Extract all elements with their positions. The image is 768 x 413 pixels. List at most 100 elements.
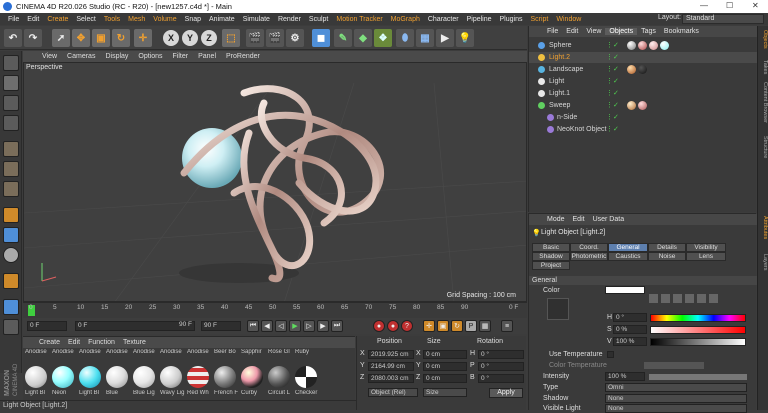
menu-script[interactable]: Script: [526, 16, 552, 23]
undo-icon[interactable]: ↶: [4, 29, 22, 47]
subdivision-icon[interactable]: ◆: [354, 29, 372, 47]
edges-mode-icon[interactable]: [3, 161, 19, 177]
object-name[interactable]: Light.1: [549, 88, 570, 99]
material-ball[interactable]: [187, 366, 209, 388]
material-ball[interactable]: [268, 366, 290, 388]
hue-slider[interactable]: [650, 314, 746, 322]
object-menu-view[interactable]: View: [582, 28, 605, 35]
render-settings-icon[interactable]: ⚙: [286, 29, 304, 47]
side-tab-structure[interactable]: Structure: [759, 136, 768, 158]
apply-button[interactable]: Apply: [489, 388, 523, 398]
intensity-field[interactable]: 100 %: [605, 372, 645, 381]
prev-key-icon[interactable]: ◀: [261, 320, 273, 332]
spectrum-mode-icon[interactable]: [661, 294, 670, 303]
menu-animate[interactable]: Animate: [205, 16, 239, 23]
menu-simulate[interactable]: Simulate: [239, 16, 274, 23]
color-temperature-slider[interactable]: [644, 362, 704, 369]
tab-photometric[interactable]: Photometric: [570, 252, 608, 261]
side-tab-attributes[interactable]: Attributes: [759, 216, 768, 239]
redo-icon[interactable]: ↷: [24, 29, 42, 47]
object-menu-bookmarks[interactable]: Bookmarks: [660, 28, 703, 35]
material-name[interactable]: Red Wh: [187, 390, 212, 396]
side-tab-layers[interactable]: Layers: [759, 254, 768, 271]
object-name[interactable]: Light.2: [549, 52, 570, 63]
coordinate-mode-select[interactable]: Object (Rel): [368, 388, 418, 397]
maximize-button[interactable]: ☐: [726, 1, 733, 10]
viewport-menu-prorender[interactable]: ProRender: [221, 53, 265, 60]
position-z-field[interactable]: 2080.003 cm: [368, 374, 414, 383]
rotate-tool-icon[interactable]: ↻: [112, 29, 130, 47]
material-menu-function[interactable]: Function: [84, 339, 119, 346]
object-row-light1[interactable]: Light.1 ⋮✓: [529, 88, 757, 99]
material-name[interactable]: Ruby: [295, 349, 320, 355]
object-menu-edit[interactable]: Edit: [562, 28, 582, 35]
visibility-check-icon[interactable]: ⋮✓: [606, 102, 622, 109]
object-name[interactable]: Sweep: [549, 100, 570, 111]
material-name[interactable]: Blue: [106, 390, 131, 396]
lock-workplane-icon[interactable]: [3, 273, 19, 289]
material-name[interactable]: Beer Bo: [214, 349, 239, 355]
object-name[interactable]: Light: [549, 76, 564, 87]
menu-select[interactable]: Select: [72, 16, 99, 23]
visibility-check-icon[interactable]: ⋮✓: [606, 54, 622, 61]
material-name[interactable]: Anodise: [106, 349, 131, 355]
perspective-viewport[interactable]: Perspective Grid Spacing: 100 cm: [23, 62, 527, 302]
material-menu-create[interactable]: Create: [35, 339, 64, 346]
material-ball[interactable]: [106, 366, 128, 388]
visibility-check-icon[interactable]: ⋮✓: [606, 66, 622, 73]
material-ball[interactable]: [79, 366, 101, 388]
max-frame-field[interactable]: 90 F: [201, 321, 241, 331]
material-name[interactable]: Light Bl: [25, 390, 50, 396]
kelvin-mode-icon[interactable]: [709, 294, 718, 303]
material-name[interactable]: Blue Lig: [133, 390, 158, 396]
material-name[interactable]: Anodise: [160, 349, 185, 355]
close-button[interactable]: ✕: [752, 1, 759, 10]
material-name[interactable]: Rose Gl: [268, 349, 293, 355]
attribute-menu-edit[interactable]: Edit: [569, 216, 589, 223]
tab-general[interactable]: General: [608, 243, 648, 252]
menu-render[interactable]: Render: [274, 16, 305, 23]
side-tab-content-browser[interactable]: Content Browser: [759, 82, 768, 123]
tab-lens[interactable]: Lens: [686, 252, 726, 261]
saturation-slider[interactable]: [650, 326, 746, 334]
scale-key-icon[interactable]: ▣: [437, 320, 449, 332]
object-name[interactable]: Sphere: [549, 40, 572, 51]
render-view-icon[interactable]: 🎬: [246, 29, 264, 47]
tab-shadow[interactable]: Shadow: [532, 252, 570, 261]
material-name[interactable]: Light Bl: [79, 390, 104, 396]
value-field[interactable]: 100 %: [613, 337, 647, 346]
current-frame-field[interactable]: 0 F: [27, 321, 67, 331]
material-name[interactable]: Anodise: [52, 349, 77, 355]
x-axis-lock-button[interactable]: X: [163, 30, 179, 46]
camera-icon[interactable]: ▶: [436, 29, 454, 47]
visible-light-select[interactable]: None: [605, 404, 747, 413]
material-ball[interactable]: [295, 366, 317, 388]
rgb-mode-icon[interactable]: [685, 294, 694, 303]
viewport-menu-panel[interactable]: Panel: [193, 53, 221, 60]
object-row-landscape[interactable]: Landscape ⋮✓: [529, 64, 757, 75]
enable-axis-icon[interactable]: [3, 207, 19, 223]
visibility-check-icon[interactable]: ⋮✓: [606, 78, 622, 85]
object-menu-objects[interactable]: Objects: [605, 28, 638, 35]
material-name[interactable]: Sapphir: [241, 349, 266, 355]
material-name[interactable]: Anodise: [133, 349, 158, 355]
visibility-check-icon[interactable]: ⋮✓: [606, 114, 622, 121]
timeline-ruler[interactable]: 0 5 10 15 20 25 30 35 40 45 50 55 60 65 …: [23, 302, 527, 318]
tab-details[interactable]: Details: [648, 243, 686, 252]
prev-frame-icon[interactable]: ◁: [275, 320, 287, 332]
position-x-field[interactable]: 2019.925 cm: [368, 350, 414, 359]
menu-pipeline[interactable]: Pipeline: [463, 16, 496, 23]
material-ball[interactable]: [25, 366, 47, 388]
model-mode-icon[interactable]: [3, 75, 19, 91]
shadow-select[interactable]: None: [605, 394, 747, 403]
cube-primitive-icon[interactable]: ◼: [312, 29, 330, 47]
material-tag-icon[interactable]: [638, 65, 647, 74]
tab-caustics[interactable]: Caustics: [608, 252, 648, 261]
menu-file[interactable]: File: [4, 16, 23, 23]
sphere-object[interactable]: [182, 128, 242, 188]
viewport-menu-view[interactable]: View: [37, 53, 62, 60]
position-y-field[interactable]: 2164.99 cm: [368, 362, 414, 371]
visibility-check-icon[interactable]: ⋮✓: [606, 90, 622, 97]
position-key-icon[interactable]: ✛: [423, 320, 435, 332]
tab-project[interactable]: Project: [532, 261, 570, 270]
